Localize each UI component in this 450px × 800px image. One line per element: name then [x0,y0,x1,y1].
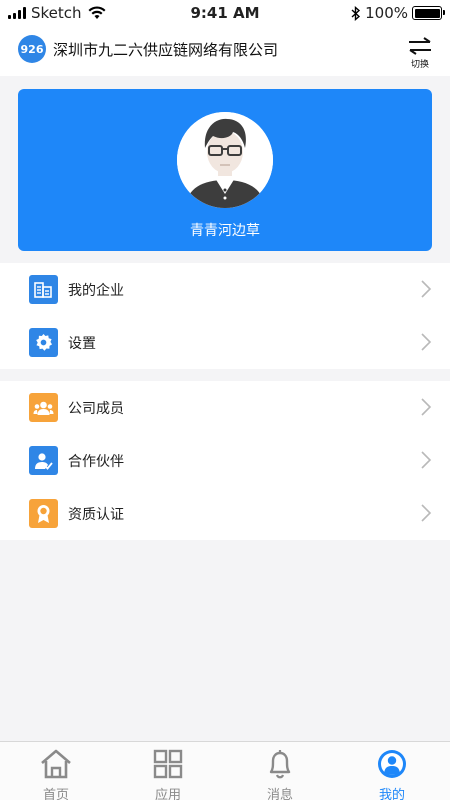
menu-group-company: 我的企业 设置 [0,263,450,369]
company-logo: 926 [18,35,46,63]
gear-icon [29,328,58,357]
menu-label: 资质认证 [68,507,124,523]
switch-button[interactable]: 切换 [404,37,436,73]
battery-icon [412,6,445,20]
tab-messages[interactable]: 消息 [224,742,336,800]
building-icon [29,275,58,304]
chevron-right-icon [421,451,432,469]
tab-label: 应用 [154,788,181,800]
menu-item-certification[interactable]: 资质认证 [0,487,450,540]
apps-icon [153,749,183,779]
company-name: 深圳市九二六供应链网络有限公司 [53,41,279,59]
profile-card[interactable]: 青青河边草 [18,89,432,251]
profile-icon [378,750,406,778]
tab-bar: 首页 应用 消息 我的 [0,741,450,800]
status-bar: Sketch 9:41 AM 100% [0,0,450,26]
partner-icon [29,446,58,475]
home-icon [41,749,71,779]
bluetooth-icon [351,5,361,21]
menu-item-my-company[interactable]: 我的企业 [0,263,450,316]
members-icon [29,393,58,422]
menu-item-settings[interactable]: 设置 [0,316,450,369]
menu-label: 公司成员 [68,401,124,417]
user-name: 青青河边草 [190,223,260,239]
chevron-right-icon [421,504,432,522]
tab-label: 我的 [378,788,405,800]
battery-percent: 100% [365,4,408,22]
switch-arrows-icon [409,37,431,55]
chevron-right-icon [421,280,432,298]
switch-label: 切换 [410,60,429,70]
menu-group-people: 公司成员 合作伙伴 资质认证 [0,381,450,540]
menu-item-partners[interactable]: 合作伙伴 [0,434,450,487]
chevron-right-icon [421,398,432,416]
certificate-icon [29,499,58,528]
app-header: 926 深圳市九二六供应链网络有限公司 切换 [0,26,450,76]
chevron-right-icon [421,333,432,351]
menu-label: 设置 [68,336,96,352]
avatar[interactable] [177,112,273,208]
tab-label: 首页 [42,788,69,800]
bell-icon [269,750,291,779]
tab-home[interactable]: 首页 [0,742,112,800]
menu-item-company-members[interactable]: 公司成员 [0,381,450,434]
tab-mine[interactable]: 我的 [336,742,448,800]
tab-apps[interactable]: 应用 [112,742,224,800]
user-avatar-icon [177,112,273,208]
tab-label: 消息 [266,788,293,800]
menu-label: 合作伙伴 [68,454,124,470]
menu-label: 我的企业 [68,283,124,299]
